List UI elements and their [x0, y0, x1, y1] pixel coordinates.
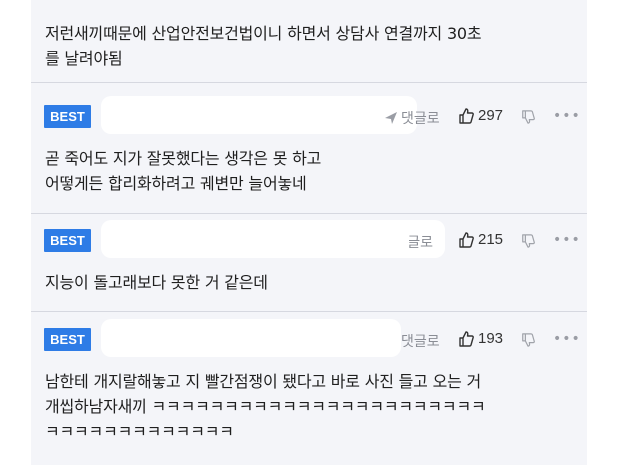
thumbs-down-icon: [522, 333, 535, 347]
like-button[interactable]: 215: [458, 231, 503, 248]
more-dots-icon: •••: [553, 108, 581, 124]
send-arrow-icon: [385, 112, 397, 124]
dislike-button[interactable]: [521, 233, 535, 252]
comment-item: 남한테 개지랄해놓고 지 빨간점쟁이 됐다고 바로 사진 들고 오는 거 개씹하…: [31, 355, 587, 465]
comment-text: 저런새끼때문에 산업안전보건법이니 하면서 상담사 연결까지 30초 를 날려야…: [45, 24, 482, 68]
divider: [31, 213, 587, 214]
best-badge: BEST: [44, 105, 91, 128]
thumbs-down-icon: [522, 234, 535, 248]
comment-item: 지능이 돌고래보다 못한 거 같은데: [31, 256, 587, 306]
like-count: 215: [478, 231, 504, 248]
best-badge: BEST: [44, 229, 91, 252]
more-dots-icon: •••: [553, 331, 581, 347]
like-button[interactable]: 193: [458, 330, 503, 347]
reply-label: 댓글로: [401, 334, 440, 350]
reply-to-comment-button[interactable]: 댓글로: [384, 108, 440, 128]
redacted-username: [101, 96, 417, 134]
like-button[interactable]: 297: [458, 107, 503, 124]
best-badge: BEST: [44, 328, 91, 351]
thumbs-up-icon: [459, 330, 474, 347]
comment-item: 저런새끼때문에 산업안전보건법이니 하면서 상담사 연결까지 30초 를 날려야…: [31, 0, 587, 82]
divider: [31, 82, 587, 83]
thumbs-down-icon: [522, 110, 535, 124]
comment-meta: BEST 댓글로 193 •••: [31, 319, 587, 357]
redacted-username: [101, 220, 445, 258]
reply-to-comment-button[interactable]: 댓글로: [409, 232, 433, 252]
dislike-button[interactable]: [521, 109, 535, 128]
divider: [31, 311, 587, 312]
comment-text: 남한테 개지랄해놓고 지 빨간점쟁이 됐다고 바로 사진 들고 오는 거 개씹하…: [45, 372, 486, 441]
reply-to-comment-button[interactable]: 댓글로: [401, 331, 440, 351]
more-options-button[interactable]: •••: [553, 331, 581, 347]
comment-meta: BEST 댓글로 297 •••: [31, 96, 587, 134]
dislike-button[interactable]: [521, 332, 535, 351]
reply-label: 댓글로: [409, 235, 433, 251]
more-dots-icon: •••: [553, 232, 581, 248]
reply-label: 댓글로: [401, 111, 440, 127]
more-options-button[interactable]: •••: [553, 108, 581, 124]
redacted-username: [101, 319, 401, 357]
comment-panel: 저런새끼때문에 산업안전보건법이니 하면서 상담사 연결까지 30초 를 날려야…: [31, 0, 587, 465]
thumbs-up-icon: [459, 107, 474, 124]
thumbs-up-icon: [459, 231, 474, 248]
comment-meta: BEST 댓글로 215 •••: [31, 220, 587, 258]
like-count: 193: [478, 330, 504, 347]
like-count: 297: [478, 107, 504, 124]
more-options-button[interactable]: •••: [553, 232, 581, 248]
comment-text: 지능이 돌고래보다 못한 거 같은데: [45, 273, 268, 292]
comment-item: 곧 죽어도 지가 잘못했다는 생각은 못 하고 어떻게든 합리화하려고 궤변만 …: [31, 132, 587, 212]
comment-text: 곧 죽어도 지가 잘못했다는 생각은 못 하고 어떻게든 합리화하려고 궤변만 …: [45, 149, 322, 193]
